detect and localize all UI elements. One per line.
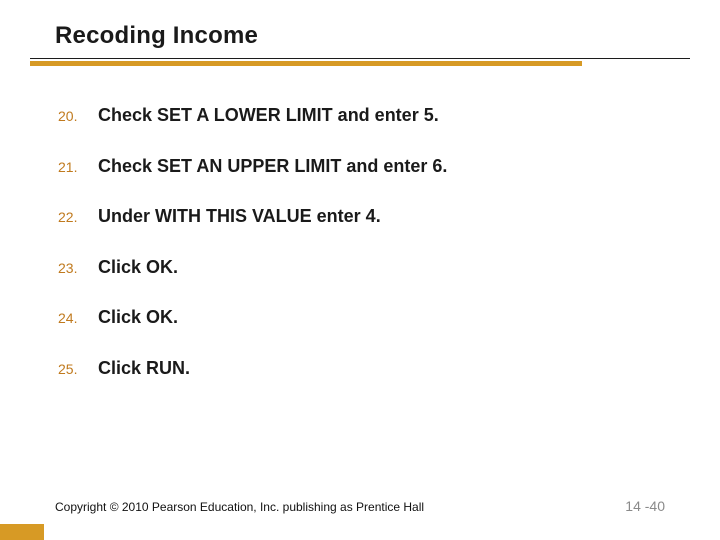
title-rule-thin [30, 58, 690, 59]
list-number: 24. [58, 310, 98, 326]
page-number: 14 -40 [625, 498, 665, 514]
slide: Recoding Income 20. Check SET A LOWER LI… [0, 0, 720, 540]
list-number: 23. [58, 260, 98, 276]
list-text: Check SET AN UPPER LIMIT and enter 6. [98, 155, 447, 178]
list-text: Click RUN. [98, 357, 190, 380]
corner-accent [0, 524, 44, 540]
list-item: 21. Check SET AN UPPER LIMIT and enter 6… [58, 155, 660, 178]
list-item: 24. Click OK. [58, 306, 660, 329]
footer: Copyright © 2010 Pearson Education, Inc.… [55, 498, 665, 514]
list-item: 20. Check SET A LOWER LIMIT and enter 5. [58, 104, 660, 127]
list-number: 22. [58, 209, 98, 225]
page-title: Recoding Income [55, 22, 665, 56]
list-text: Under WITH THIS VALUE enter 4. [98, 205, 381, 228]
list-number: 25. [58, 361, 98, 377]
list-number: 20. [58, 108, 98, 124]
list-item: 25. Click RUN. [58, 357, 660, 380]
title-block: Recoding Income [55, 22, 665, 56]
copyright-text: Copyright © 2010 Pearson Education, Inc.… [55, 500, 424, 514]
instruction-list: 20. Check SET A LOWER LIMIT and enter 5.… [58, 104, 660, 407]
list-text: Check SET A LOWER LIMIT and enter 5. [98, 104, 439, 127]
list-item: 23. Click OK. [58, 256, 660, 279]
list-text: Click OK. [98, 256, 178, 279]
list-item: 22. Under WITH THIS VALUE enter 4. [58, 205, 660, 228]
list-text: Click OK. [98, 306, 178, 329]
list-number: 21. [58, 159, 98, 175]
title-rule-accent [30, 61, 582, 66]
